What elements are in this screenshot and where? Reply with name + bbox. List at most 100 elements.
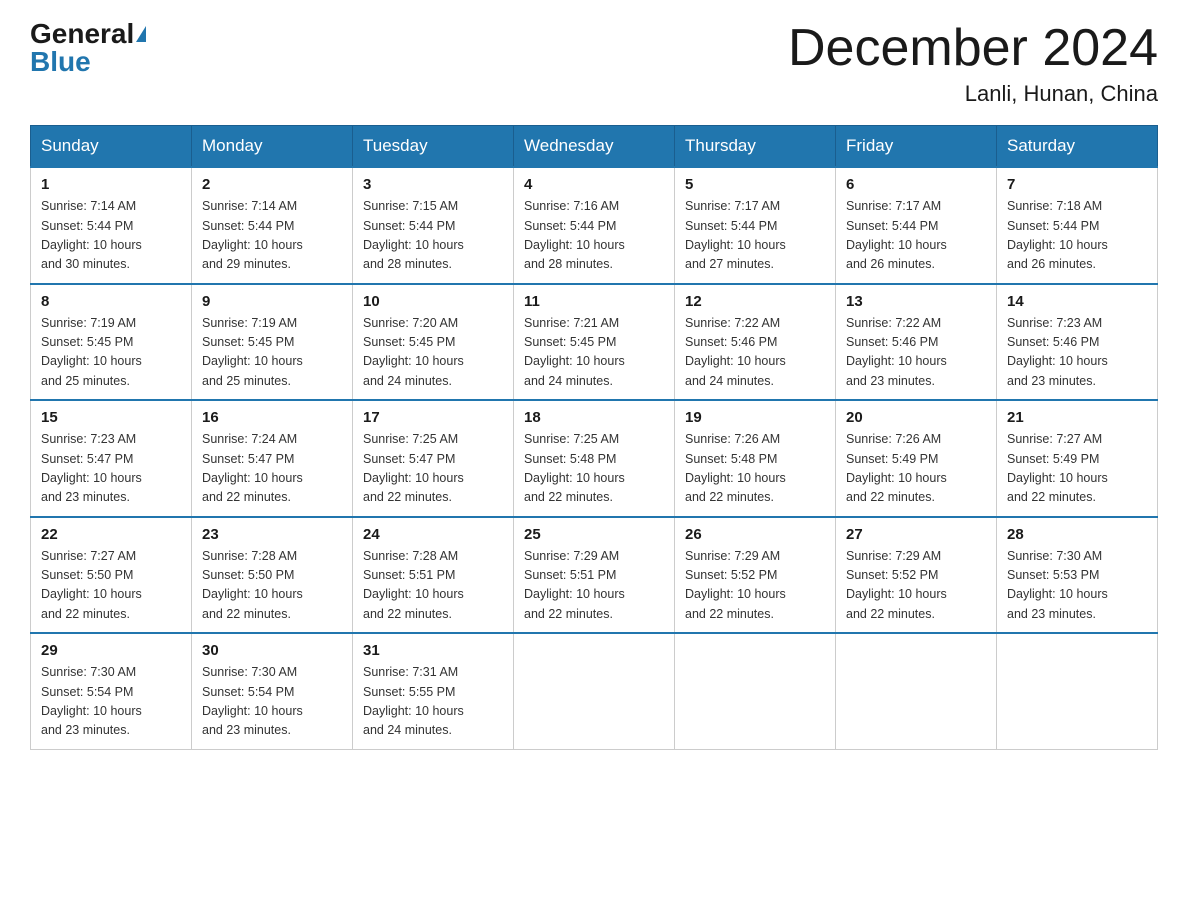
calendar-cell: 13 Sunrise: 7:22 AM Sunset: 5:46 PM Dayl… — [836, 284, 997, 401]
day-number: 5 — [685, 176, 825, 193]
calendar-cell: 1 Sunrise: 7:14 AM Sunset: 5:44 PM Dayli… — [31, 167, 192, 284]
day-info: Sunrise: 7:15 AM Sunset: 5:44 PM Dayligh… — [363, 197, 503, 275]
page-header: General Blue December 2024 Lanli, Hunan,… — [30, 20, 1158, 107]
calendar-week-4: 22 Sunrise: 7:27 AM Sunset: 5:50 PM Dayl… — [31, 517, 1158, 634]
calendar-cell: 29 Sunrise: 7:30 AM Sunset: 5:54 PM Dayl… — [31, 633, 192, 749]
day-info: Sunrise: 7:18 AM Sunset: 5:44 PM Dayligh… — [1007, 197, 1147, 275]
day-number: 3 — [363, 176, 503, 193]
day-info: Sunrise: 7:23 AM Sunset: 5:46 PM Dayligh… — [1007, 314, 1147, 392]
day-number: 18 — [524, 409, 664, 426]
day-number: 28 — [1007, 526, 1147, 543]
weekday-header-monday: Monday — [192, 126, 353, 168]
day-number: 19 — [685, 409, 825, 426]
calendar-week-2: 8 Sunrise: 7:19 AM Sunset: 5:45 PM Dayli… — [31, 284, 1158, 401]
day-number: 17 — [363, 409, 503, 426]
calendar-cell: 18 Sunrise: 7:25 AM Sunset: 5:48 PM Dayl… — [514, 400, 675, 517]
calendar-cell: 10 Sunrise: 7:20 AM Sunset: 5:45 PM Dayl… — [353, 284, 514, 401]
weekday-header-friday: Friday — [836, 126, 997, 168]
day-info: Sunrise: 7:27 AM Sunset: 5:50 PM Dayligh… — [41, 547, 181, 625]
day-info: Sunrise: 7:14 AM Sunset: 5:44 PM Dayligh… — [41, 197, 181, 275]
day-info: Sunrise: 7:29 AM Sunset: 5:51 PM Dayligh… — [524, 547, 664, 625]
calendar-cell: 15 Sunrise: 7:23 AM Sunset: 5:47 PM Dayl… — [31, 400, 192, 517]
calendar-cell — [836, 633, 997, 749]
day-number: 29 — [41, 642, 181, 659]
calendar-cell: 11 Sunrise: 7:21 AM Sunset: 5:45 PM Dayl… — [514, 284, 675, 401]
day-info: Sunrise: 7:26 AM Sunset: 5:48 PM Dayligh… — [685, 430, 825, 508]
day-info: Sunrise: 7:26 AM Sunset: 5:49 PM Dayligh… — [846, 430, 986, 508]
calendar-cell: 25 Sunrise: 7:29 AM Sunset: 5:51 PM Dayl… — [514, 517, 675, 634]
day-info: Sunrise: 7:17 AM Sunset: 5:44 PM Dayligh… — [846, 197, 986, 275]
day-number: 2 — [202, 176, 342, 193]
calendar-cell: 7 Sunrise: 7:18 AM Sunset: 5:44 PM Dayli… — [997, 167, 1158, 284]
day-number: 1 — [41, 176, 181, 193]
day-number: 6 — [846, 176, 986, 193]
day-info: Sunrise: 7:24 AM Sunset: 5:47 PM Dayligh… — [202, 430, 342, 508]
weekday-header-sunday: Sunday — [31, 126, 192, 168]
day-number: 31 — [363, 642, 503, 659]
day-number: 27 — [846, 526, 986, 543]
calendar-cell: 16 Sunrise: 7:24 AM Sunset: 5:47 PM Dayl… — [192, 400, 353, 517]
calendar-cell — [514, 633, 675, 749]
day-number: 23 — [202, 526, 342, 543]
calendar-cell: 12 Sunrise: 7:22 AM Sunset: 5:46 PM Dayl… — [675, 284, 836, 401]
calendar-header-row: SundayMondayTuesdayWednesdayThursdayFrid… — [31, 126, 1158, 168]
calendar-cell: 6 Sunrise: 7:17 AM Sunset: 5:44 PM Dayli… — [836, 167, 997, 284]
calendar-cell: 2 Sunrise: 7:14 AM Sunset: 5:44 PM Dayli… — [192, 167, 353, 284]
calendar-cell: 17 Sunrise: 7:25 AM Sunset: 5:47 PM Dayl… — [353, 400, 514, 517]
calendar-cell: 26 Sunrise: 7:29 AM Sunset: 5:52 PM Dayl… — [675, 517, 836, 634]
day-number: 8 — [41, 293, 181, 310]
calendar-cell: 30 Sunrise: 7:30 AM Sunset: 5:54 PM Dayl… — [192, 633, 353, 749]
calendar-cell: 19 Sunrise: 7:26 AM Sunset: 5:48 PM Dayl… — [675, 400, 836, 517]
day-number: 22 — [41, 526, 181, 543]
day-number: 9 — [202, 293, 342, 310]
day-info: Sunrise: 7:29 AM Sunset: 5:52 PM Dayligh… — [846, 547, 986, 625]
day-number: 4 — [524, 176, 664, 193]
calendar-cell: 9 Sunrise: 7:19 AM Sunset: 5:45 PM Dayli… — [192, 284, 353, 401]
calendar-table: SundayMondayTuesdayWednesdayThursdayFrid… — [30, 125, 1158, 750]
day-info: Sunrise: 7:29 AM Sunset: 5:52 PM Dayligh… — [685, 547, 825, 625]
calendar-cell: 22 Sunrise: 7:27 AM Sunset: 5:50 PM Dayl… — [31, 517, 192, 634]
day-number: 7 — [1007, 176, 1147, 193]
calendar-week-3: 15 Sunrise: 7:23 AM Sunset: 5:47 PM Dayl… — [31, 400, 1158, 517]
day-number: 30 — [202, 642, 342, 659]
weekday-header-thursday: Thursday — [675, 126, 836, 168]
calendar-cell: 23 Sunrise: 7:28 AM Sunset: 5:50 PM Dayl… — [192, 517, 353, 634]
day-info: Sunrise: 7:22 AM Sunset: 5:46 PM Dayligh… — [685, 314, 825, 392]
day-info: Sunrise: 7:27 AM Sunset: 5:49 PM Dayligh… — [1007, 430, 1147, 508]
day-info: Sunrise: 7:20 AM Sunset: 5:45 PM Dayligh… — [363, 314, 503, 392]
day-number: 11 — [524, 293, 664, 310]
day-info: Sunrise: 7:31 AM Sunset: 5:55 PM Dayligh… — [363, 663, 503, 741]
calendar-cell — [997, 633, 1158, 749]
calendar-week-1: 1 Sunrise: 7:14 AM Sunset: 5:44 PM Dayli… — [31, 167, 1158, 284]
weekday-header-saturday: Saturday — [997, 126, 1158, 168]
logo: General Blue — [30, 20, 146, 76]
day-info: Sunrise: 7:16 AM Sunset: 5:44 PM Dayligh… — [524, 197, 664, 275]
day-number: 25 — [524, 526, 664, 543]
calendar-cell: 4 Sunrise: 7:16 AM Sunset: 5:44 PM Dayli… — [514, 167, 675, 284]
calendar-cell: 8 Sunrise: 7:19 AM Sunset: 5:45 PM Dayli… — [31, 284, 192, 401]
day-info: Sunrise: 7:17 AM Sunset: 5:44 PM Dayligh… — [685, 197, 825, 275]
page-title: December 2024 — [788, 20, 1158, 77]
calendar-cell: 20 Sunrise: 7:26 AM Sunset: 5:49 PM Dayl… — [836, 400, 997, 517]
page-subtitle: Lanli, Hunan, China — [788, 81, 1158, 107]
day-info: Sunrise: 7:28 AM Sunset: 5:51 PM Dayligh… — [363, 547, 503, 625]
day-info: Sunrise: 7:19 AM Sunset: 5:45 PM Dayligh… — [202, 314, 342, 392]
day-info: Sunrise: 7:23 AM Sunset: 5:47 PM Dayligh… — [41, 430, 181, 508]
day-number: 15 — [41, 409, 181, 426]
logo-blue-text: Blue — [30, 48, 91, 76]
day-info: Sunrise: 7:22 AM Sunset: 5:46 PM Dayligh… — [846, 314, 986, 392]
day-info: Sunrise: 7:25 AM Sunset: 5:47 PM Dayligh… — [363, 430, 503, 508]
day-info: Sunrise: 7:30 AM Sunset: 5:54 PM Dayligh… — [202, 663, 342, 741]
logo-triangle-icon — [136, 26, 146, 42]
weekday-header-tuesday: Tuesday — [353, 126, 514, 168]
title-section: December 2024 Lanli, Hunan, China — [788, 20, 1158, 107]
day-number: 21 — [1007, 409, 1147, 426]
day-number: 20 — [846, 409, 986, 426]
calendar-cell: 27 Sunrise: 7:29 AM Sunset: 5:52 PM Dayl… — [836, 517, 997, 634]
day-info: Sunrise: 7:28 AM Sunset: 5:50 PM Dayligh… — [202, 547, 342, 625]
day-number: 13 — [846, 293, 986, 310]
day-info: Sunrise: 7:19 AM Sunset: 5:45 PM Dayligh… — [41, 314, 181, 392]
calendar-cell: 24 Sunrise: 7:28 AM Sunset: 5:51 PM Dayl… — [353, 517, 514, 634]
weekday-header-wednesday: Wednesday — [514, 126, 675, 168]
calendar-cell: 3 Sunrise: 7:15 AM Sunset: 5:44 PM Dayli… — [353, 167, 514, 284]
